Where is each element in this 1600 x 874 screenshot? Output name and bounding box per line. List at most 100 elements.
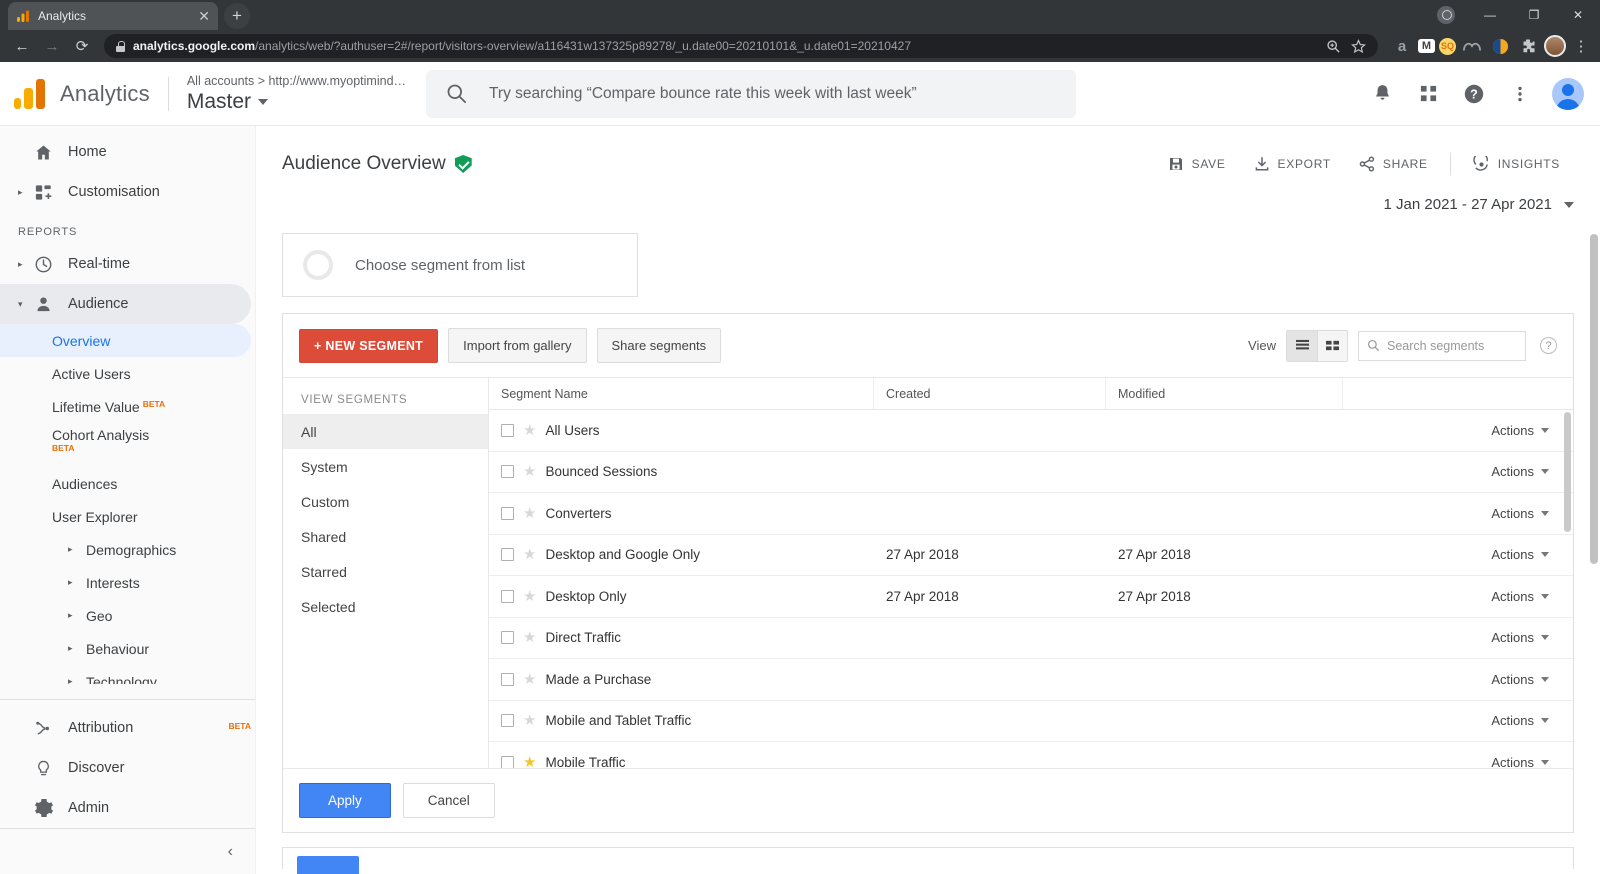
grid-view-icon[interactable] bbox=[1317, 330, 1347, 361]
actions-menu[interactable]: Actions bbox=[1343, 589, 1573, 604]
bookmark-star-icon[interactable] bbox=[1351, 38, 1366, 54]
actions-menu[interactable]: Actions bbox=[1343, 630, 1573, 645]
extension-badge-icon[interactable] bbox=[1424, 0, 1468, 30]
moz-extension-icon[interactable] bbox=[1460, 34, 1484, 58]
cancel-button[interactable]: Cancel bbox=[402, 783, 495, 818]
star-icon[interactable]: ★ bbox=[523, 755, 536, 768]
sidebar-item-admin[interactable]: Admin bbox=[0, 788, 251, 828]
ghostery-extension-icon[interactable] bbox=[1488, 34, 1512, 58]
star-icon[interactable]: ★ bbox=[523, 589, 536, 604]
list-view-icon[interactable] bbox=[1287, 330, 1317, 361]
star-icon[interactable]: ★ bbox=[523, 423, 536, 438]
user-avatar[interactable] bbox=[1552, 77, 1584, 110]
row-checkbox[interactable] bbox=[501, 714, 514, 728]
table-scroll-area[interactable]: ★ All Users Actions ★ Bounced Sessions A… bbox=[489, 410, 1573, 768]
chevron-right-icon[interactable]: ▸ bbox=[18, 187, 34, 198]
vertical-scrollbar[interactable] bbox=[1564, 412, 1571, 532]
sidebar-item-discover[interactable]: Discover bbox=[0, 748, 251, 788]
reload-icon[interactable]: ⟳ bbox=[68, 32, 96, 60]
sidebar-item-attribution[interactable]: Attribution BETA bbox=[0, 708, 251, 748]
new-segment-button[interactable]: + NEW SEGMENT bbox=[299, 328, 439, 363]
help-icon[interactable]: ? bbox=[1454, 74, 1494, 114]
sidebar-item-active-users[interactable]: Active Users bbox=[0, 357, 251, 390]
export-button[interactable]: EXPORT bbox=[1240, 148, 1345, 180]
zoom-icon[interactable] bbox=[1326, 39, 1341, 54]
sidebar-item-interests[interactable]: ▸ Interests bbox=[0, 566, 251, 599]
account-selector[interactable]: All accounts > http://www.myoptimind… Ma… bbox=[187, 73, 406, 115]
filter-item-selected[interactable]: Selected bbox=[283, 589, 488, 624]
chevron-right-icon[interactable]: ▸ bbox=[18, 259, 34, 270]
row-checkbox[interactable] bbox=[501, 672, 514, 686]
browser-menu-icon[interactable]: ⋮ bbox=[1570, 39, 1592, 54]
apps-grid-icon[interactable] bbox=[1408, 74, 1448, 114]
table-row[interactable]: ★ Bounced Sessions Actions bbox=[489, 452, 1573, 493]
table-row[interactable]: ★ Desktop and Google Only 27 Apr 2018 27… bbox=[489, 535, 1573, 576]
chevron-down-icon[interactable] bbox=[1564, 201, 1574, 208]
row-checkbox[interactable] bbox=[501, 465, 514, 479]
sidebar-item-audiences[interactable]: Audiences bbox=[0, 467, 251, 500]
peek-primary-button[interactable] bbox=[297, 856, 359, 874]
row-checkbox[interactable] bbox=[501, 548, 514, 562]
new-tab-button[interactable]: + bbox=[224, 3, 250, 29]
sidebar-item-real-time[interactable]: ▸ Real-time bbox=[0, 244, 251, 284]
maximize-button[interactable]: ❐ bbox=[1512, 0, 1556, 30]
back-icon[interactable]: ← bbox=[8, 32, 36, 60]
amazon-extension-icon[interactable]: a bbox=[1390, 34, 1414, 58]
collapse-sidebar-button[interactable]: ‹ bbox=[0, 828, 255, 874]
browser-tab-analytics[interactable]: Analytics ✕ bbox=[8, 2, 218, 30]
notifications-bell-icon[interactable] bbox=[1362, 74, 1402, 114]
sidebar-item-behaviour[interactable]: ▸ Behaviour bbox=[0, 632, 251, 665]
star-icon[interactable]: ★ bbox=[523, 506, 536, 521]
chevron-right-icon[interactable]: ▸ bbox=[68, 610, 84, 621]
filter-item-starred[interactable]: Starred bbox=[283, 554, 488, 589]
search-segments-input[interactable]: Search segments bbox=[1358, 330, 1526, 361]
share-button[interactable]: SHARE bbox=[1345, 148, 1442, 180]
filter-item-system[interactable]: System bbox=[283, 449, 488, 484]
filter-item-shared[interactable]: Shared bbox=[283, 519, 488, 554]
star-icon[interactable]: ★ bbox=[523, 713, 536, 728]
gmail-extension-icon[interactable]: M bbox=[1418, 39, 1435, 53]
puzzle-extensions-icon[interactable] bbox=[1516, 34, 1540, 58]
table-row[interactable]: ★ Mobile and Tablet Traffic Actions bbox=[489, 701, 1573, 742]
close-icon[interactable]: ✕ bbox=[198, 9, 210, 23]
save-button[interactable]: SAVE bbox=[1154, 148, 1240, 180]
page-scrollbar[interactable] bbox=[1590, 234, 1598, 564]
row-checkbox[interactable] bbox=[501, 589, 514, 603]
chevron-right-icon[interactable]: ▸ bbox=[68, 577, 84, 588]
table-row[interactable]: ★ All Users Actions bbox=[489, 410, 1573, 452]
close-window-button[interactable]: ✕ bbox=[1556, 0, 1600, 30]
actions-menu[interactable]: Actions bbox=[1343, 423, 1573, 438]
profile-avatar[interactable] bbox=[1544, 35, 1566, 57]
actions-menu[interactable]: Actions bbox=[1343, 547, 1573, 562]
star-icon[interactable]: ★ bbox=[523, 547, 536, 562]
property-name-row[interactable]: Master bbox=[187, 89, 406, 115]
sidebar-item-demographics[interactable]: ▸ Demographics bbox=[0, 533, 251, 566]
sidebar-item-user-explorer[interactable]: User Explorer bbox=[0, 500, 251, 533]
minimize-button[interactable]: — bbox=[1468, 0, 1512, 30]
search-input[interactable]: Try searching “Compare bounce rate this … bbox=[426, 69, 1077, 118]
sidebar-item-home[interactable]: Home bbox=[0, 132, 251, 172]
chevron-right-icon[interactable]: ▸ bbox=[68, 643, 84, 654]
chevron-down-icon[interactable]: ▾ bbox=[18, 299, 34, 310]
table-row[interactable]: ★ Desktop Only 27 Apr 2018 27 Apr 2018 A… bbox=[489, 576, 1573, 618]
table-row[interactable]: ★ Mobile Traffic Actions bbox=[489, 742, 1573, 768]
insights-button[interactable]: INSIGHTS bbox=[1459, 148, 1574, 180]
sidebar-item-lifetime-value[interactable]: Lifetime Value BETA bbox=[0, 390, 251, 423]
import-from-gallery-button[interactable]: Import from gallery bbox=[448, 328, 587, 363]
star-icon[interactable]: ★ bbox=[523, 630, 536, 645]
choose-segment-card[interactable]: Choose segment from list bbox=[282, 233, 638, 297]
row-checkbox[interactable] bbox=[501, 755, 514, 768]
actions-menu[interactable]: Actions bbox=[1343, 672, 1573, 687]
table-row[interactable]: ★ Converters Actions bbox=[489, 493, 1573, 535]
actions-menu[interactable]: Actions bbox=[1343, 464, 1573, 479]
actions-menu[interactable]: Actions bbox=[1343, 755, 1573, 768]
seo-extension-icon[interactable]: SQ bbox=[1439, 37, 1456, 55]
star-icon[interactable]: ★ bbox=[523, 464, 536, 479]
table-row[interactable]: ★ Direct Traffic Actions bbox=[489, 618, 1573, 659]
table-row[interactable]: ★ Made a Purchase Actions bbox=[489, 659, 1573, 701]
more-vert-icon[interactable] bbox=[1500, 74, 1540, 114]
chevron-right-icon[interactable]: ▸ bbox=[68, 676, 84, 684]
actions-menu[interactable]: Actions bbox=[1343, 713, 1573, 728]
row-checkbox[interactable] bbox=[501, 506, 514, 520]
filter-item-all[interactable]: All bbox=[283, 414, 488, 449]
